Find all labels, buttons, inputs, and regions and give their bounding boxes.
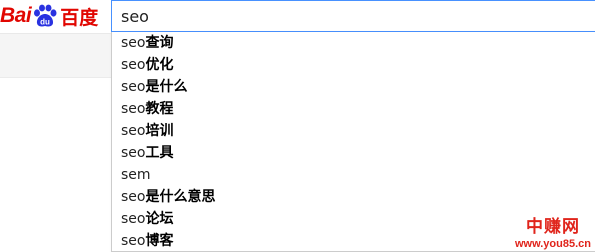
suggestion-completion: 工具 — [145, 145, 174, 161]
suggestion-item[interactable]: seo查询 — [112, 32, 595, 54]
suggestion-completion: 优化 — [145, 57, 174, 73]
suggestion-completion: 是什么意思 — [145, 189, 216, 205]
top-bar: Bai du 百度 seo — [0, 0, 595, 33]
suggestion-item[interactable]: seo优化 — [112, 54, 595, 76]
baidu-logo[interactable]: Bai du 百度 — [0, 4, 99, 29]
suggestion-item[interactable]: seo教程 — [112, 98, 595, 120]
paw-text: du — [40, 18, 50, 27]
suggestion-prefix: seo — [121, 57, 146, 73]
suggestion-prefix: seo — [121, 145, 146, 161]
suggestion-prefix: seo — [121, 101, 146, 117]
suggestion-item[interactable]: seo培训 — [112, 120, 595, 142]
suggestion-prefix: sem — [121, 167, 151, 183]
search-query-text: seo — [121, 6, 149, 26]
suggestion-item[interactable]: seo是什么意思 — [112, 186, 595, 208]
watermark-chinese: 中赚网 — [525, 217, 580, 237]
logo-chinese-text: 百度 — [60, 7, 99, 29]
suggestion-item[interactable]: sem — [112, 164, 595, 186]
suggestion-prefix: seo — [121, 211, 146, 227]
suggestion-completion: 博客 — [145, 233, 174, 249]
suggestion-prefix: seo — [121, 79, 146, 95]
search-input[interactable]: seo — [111, 0, 595, 32]
suggestion-completion: 查询 — [145, 35, 174, 51]
paw-icon: du — [34, 4, 57, 27]
suggestion-prefix: seo — [121, 35, 146, 51]
watermark-url: www.you85.cn — [514, 238, 591, 250]
watermark: 中赚网 www.you85.cn — [515, 219, 591, 250]
logo-latin-text: Bai — [0, 4, 32, 27]
suggestion-completion: 是什么 — [145, 79, 188, 95]
suggestion-item[interactable]: seo是什么 — [112, 76, 595, 98]
suggestion-completion: 培训 — [145, 123, 174, 139]
suggestion-completion: 论坛 — [145, 211, 174, 227]
suggestion-completion: 教程 — [145, 101, 174, 117]
suggestion-prefix: seo — [121, 189, 146, 205]
suggestion-item[interactable]: seo工具 — [112, 142, 595, 164]
suggestion-prefix: seo — [121, 233, 146, 249]
suggestion-prefix: seo — [121, 123, 146, 139]
